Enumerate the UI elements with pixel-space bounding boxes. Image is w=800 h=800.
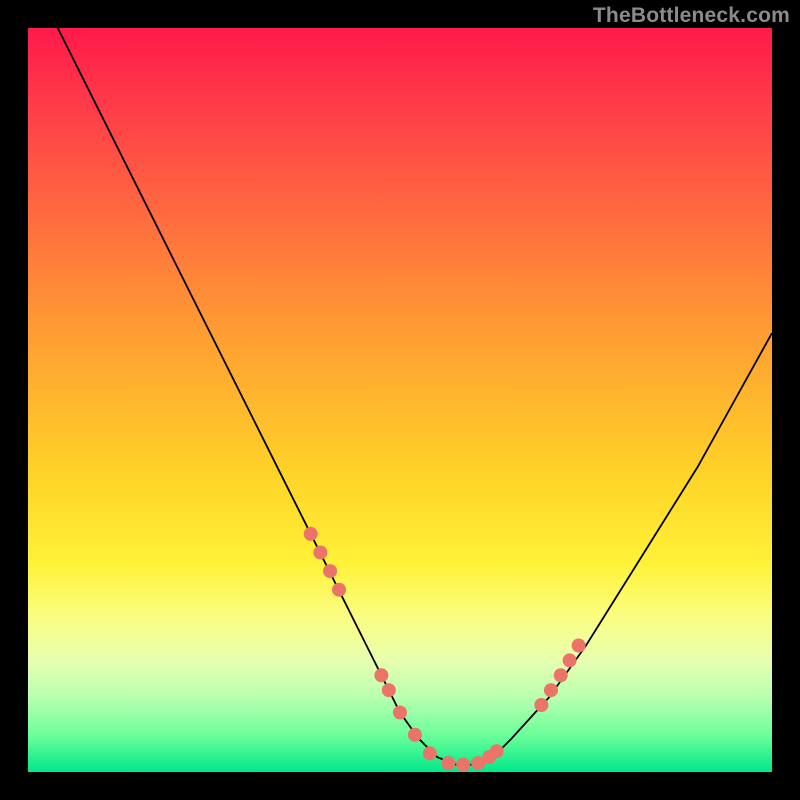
chart-svg (28, 28, 772, 772)
highlight-dot (393, 706, 407, 720)
highlight-dot (408, 728, 422, 742)
highlight-dot (323, 564, 337, 578)
plot-area (28, 28, 772, 772)
highlight-dots (304, 527, 586, 772)
highlight-dot (423, 746, 437, 760)
highlight-dot (572, 639, 586, 653)
highlight-dot (563, 653, 577, 667)
highlight-dot (441, 756, 455, 770)
highlight-dot (332, 583, 346, 597)
highlight-dot (374, 668, 388, 682)
watermark-text: TheBottleneck.com (593, 4, 790, 28)
highlight-dot (554, 668, 568, 682)
highlight-dot (456, 758, 470, 772)
highlight-dot (544, 683, 558, 697)
highlight-dot (313, 546, 327, 560)
highlight-dot (304, 527, 318, 541)
highlight-dot (382, 683, 396, 697)
highlight-dot (534, 698, 548, 712)
bottleneck-curve (28, 28, 772, 765)
highlight-dot (490, 744, 504, 758)
chart-frame: TheBottleneck.com (0, 0, 800, 800)
